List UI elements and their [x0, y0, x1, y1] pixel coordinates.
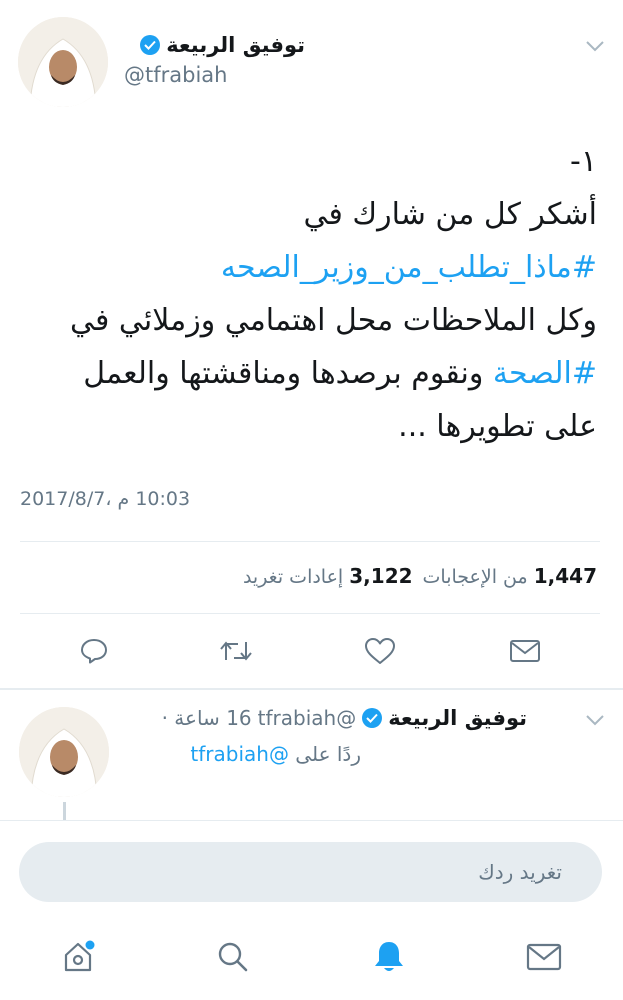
replying-to-handle[interactable]: @tfrabiah — [190, 742, 289, 766]
retweets-count: 3,122 — [349, 564, 413, 588]
replying-to: ردًا على @tfrabiah — [190, 742, 361, 766]
nav-home-button[interactable] — [56, 935, 100, 979]
tweet-text: ١- أشكر كل من شارك في #ماذا_تطلب_من_وزير… — [22, 135, 597, 453]
divider — [20, 613, 600, 614]
nav-messages-button[interactable] — [522, 935, 566, 979]
like-icon — [365, 638, 395, 664]
reply-header: توفيق الربيعة @tfrabiah 16 ساعة · — [162, 706, 527, 730]
retweets-stat[interactable]: 3,122 إعادات تغريد — [243, 564, 413, 588]
tweet-line: على تطويرها ... — [398, 409, 597, 444]
like-button[interactable] — [360, 633, 400, 669]
reply-time: 16 ساعة · — [161, 706, 252, 730]
verified-badge-icon — [140, 35, 161, 55]
hashtag-link[interactable]: #الصحة — [493, 356, 597, 391]
share-icon — [510, 640, 540, 662]
notifications-icon — [375, 942, 403, 971]
likes-stat[interactable]: 1,447 من الإعجابات — [423, 564, 597, 588]
tweet-line: #الصحة ونقوم برصدها ومناقشتها والعمل — [22, 347, 597, 400]
tweet-line: ١- — [570, 144, 597, 179]
reply-display-name[interactable]: توفيق الربيعة — [388, 706, 527, 730]
reply-avatar[interactable] — [19, 707, 109, 797]
reply-button[interactable] — [74, 633, 114, 669]
tweet-timestamp[interactable]: 10:03 م ،2017/8/7 — [20, 488, 190, 510]
author-display-name: توفيق الربيعة — [166, 33, 305, 57]
reply-handle[interactable]: @tfrabiah — [258, 706, 357, 730]
home-icon — [64, 940, 95, 972]
retweet-button[interactable] — [216, 633, 256, 669]
compose-reply-placeholder: تغريد ردك — [478, 860, 562, 884]
author-name-row[interactable]: توفيق الربيعة — [140, 33, 305, 57]
verified-badge-icon — [362, 708, 383, 728]
thread-line — [63, 802, 66, 820]
tweet-stats: 1,447 من الإعجابات 3,122 إعادات تغريد — [243, 564, 597, 588]
hashtag-link[interactable]: #ماذا_تطلب_من_وزير_الصحه — [22, 241, 597, 294]
search-icon — [218, 942, 248, 972]
divider — [0, 820, 623, 821]
likes-label: من الإعجابات — [422, 566, 528, 588]
section-separator — [0, 688, 623, 690]
author-handle[interactable]: @tfrabiah — [124, 63, 227, 87]
share-button[interactable] — [505, 633, 545, 669]
reply-options-chevron-icon[interactable] — [582, 710, 608, 730]
replying-to-label: ردًا على — [295, 742, 361, 766]
author-avatar[interactable] — [18, 17, 108, 107]
retweets-label: إعادات تغريد — [242, 566, 344, 588]
tweet-line: أشكر كل من شارك في — [303, 197, 597, 232]
reply-icon — [81, 639, 107, 664]
nav-search-button[interactable] — [211, 935, 255, 979]
tweet-line: وكل الملاحظات محل اهتمامي وزملائي في — [70, 303, 597, 338]
tweet-line-rest: ونقوم برصدها ومناقشتها والعمل — [83, 356, 493, 391]
tweet-options-chevron-icon[interactable] — [582, 36, 608, 56]
messages-icon — [526, 943, 562, 971]
divider — [20, 541, 600, 542]
nav-notifications-button[interactable] — [367, 935, 411, 979]
likes-count: 1,447 — [533, 564, 597, 588]
retweet-icon — [220, 641, 252, 661]
compose-reply-input[interactable]: تغريد ردك — [19, 842, 602, 902]
